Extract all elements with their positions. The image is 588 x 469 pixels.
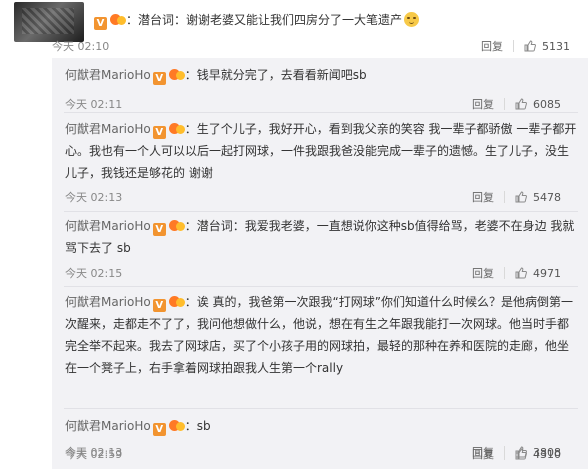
- comment-text: 潜台词：谢谢老婆又能让我们四房分了一大笔遗产: [138, 13, 403, 27]
- reply-text-block: 何猷君MarioHo V ：钱早就分完了，去看看新闻吧sb: [65, 64, 577, 86]
- reply-time: 今天 02:11: [65, 98, 123, 111]
- like-count: 4971: [533, 266, 561, 280]
- like-count: 3808: [533, 445, 561, 459]
- like-count: 5478: [533, 190, 561, 204]
- thumbs-up-icon[interactable]: [515, 191, 527, 203]
- reply-button[interactable]: 回复: [481, 38, 503, 54]
- reply-author[interactable]: 何猷君MarioHo: [65, 68, 151, 82]
- reply-divider: [64, 211, 578, 212]
- v-badge-icon: V: [152, 223, 166, 236]
- reply-text-block: 何猷君MarioHo V ：sb: [65, 415, 577, 437]
- reply-author[interactable]: 何猷君MarioHo: [65, 122, 151, 136]
- reply-item: 何猷君MarioHo V ：钱早就分完了，去看看新闻吧sb 今天 02:11 回复 6…: [52, 64, 588, 116]
- colon: ：: [184, 419, 197, 433]
- reply-text-block: 何猷君MarioHo V ：潜台词：我爱我老婆，一直想说你这种sb值得给骂，老婆不在…: [65, 215, 577, 259]
- reply-time: 今天 02:13: [65, 191, 123, 204]
- reply-time: 今天 02:13: [65, 446, 123, 459]
- reply-text: 钱早就分完了，去看看新闻吧sb: [196, 68, 367, 82]
- vip-badge-icon: [168, 295, 185, 308]
- divider: [504, 267, 505, 279]
- v-badge-icon: V: [152, 423, 166, 436]
- reply-button[interactable]: 回复: [472, 189, 494, 205]
- comment-actions: 回复 5131: [481, 38, 570, 54]
- v-badge-icon: V: [152, 72, 166, 85]
- thumbs-up-icon[interactable]: [515, 267, 527, 279]
- v-badge-icon: V: [152, 126, 166, 139]
- reply-button[interactable]: 回复: [472, 444, 494, 460]
- divider: [504, 446, 505, 458]
- reply-actions: 回复 4971: [472, 265, 561, 281]
- reply-actions: 回复 5478: [472, 189, 561, 205]
- colon: ：: [184, 219, 197, 233]
- reply-text-block: 何猷君MarioHo V ：诶 真的，我爸第一次跟我“打网球”你们知道什么时候么？是…: [65, 291, 577, 379]
- thumbs-up-icon[interactable]: [524, 40, 536, 52]
- reply-item: 何猷君MarioHo V ：生了个儿子，我好开心，看到我父亲的笑容 我一辈子都骄傲 …: [52, 118, 588, 208]
- vip-badge-icon: [168, 219, 185, 232]
- main-comment: V ：潜台词：谢谢老婆又能让我们四房分了一大笔遗产 今天 02:10 回复 5131: [0, 0, 588, 56]
- vip-badge-icon: [110, 13, 126, 26]
- reply-item: 何猷君MarioHo V ：诶 真的，我爸第一次跟我“打网球”你们知道什么时候么？是…: [52, 291, 588, 461]
- reply-time: 今天 02:15: [65, 267, 123, 280]
- vip-badge-icon: [168, 68, 185, 81]
- v-badge-icon: V: [94, 17, 107, 30]
- reply-text-block: 何猷君MarioHo V ：生了个儿子，我好开心，看到我父亲的笑容 我一辈子都骄傲 …: [65, 118, 577, 184]
- colon: ：: [126, 13, 139, 27]
- reply-item: 何猷君MarioHo V ：潜台词：我爱我老婆，一直想说你这种sb值得给骂，老婆不在…: [52, 215, 588, 283]
- colon: ：: [184, 122, 197, 136]
- thumbs-up-icon[interactable]: [515, 98, 527, 110]
- main-comment-text-line: V ：潜台词：谢谢老婆又能让我们四房分了一大笔遗产: [92, 7, 420, 33]
- divider: [513, 40, 514, 52]
- divider: [504, 98, 505, 110]
- reply-author[interactable]: 何猷君MarioHo: [65, 419, 151, 433]
- reply-divider: [64, 408, 578, 409]
- reply-divider: [64, 112, 578, 113]
- v-badge-icon: V: [152, 299, 166, 312]
- comment-time: 今天 02:10: [52, 40, 110, 53]
- reply-actions: 回复 6085: [472, 96, 561, 112]
- reply-divider: [64, 286, 578, 287]
- vip-badge-icon: [168, 419, 185, 432]
- thumbs-up-icon[interactable]: [515, 446, 527, 458]
- reply-button[interactable]: 回复: [472, 96, 494, 112]
- vip-badge-icon: [168, 122, 185, 135]
- avatar[interactable]: [14, 2, 84, 42]
- like-count: 6085: [533, 97, 561, 111]
- reply-item: 何猷君MarioHo V ：sb 今天 02:13 回复 3808: [52, 415, 588, 469]
- reply-author[interactable]: 何猷君MarioHo: [65, 219, 151, 233]
- colon: ：: [184, 295, 197, 309]
- reply-actions: 回复 3808: [472, 444, 561, 460]
- reply-text: sb: [196, 419, 211, 433]
- reply-button[interactable]: 回复: [472, 265, 494, 281]
- like-count: 5131: [542, 39, 570, 53]
- colon: ：: [184, 68, 197, 82]
- replies-panel: 何猷君MarioHo V ：钱早就分完了，去看看新闻吧sb 今天 02:11 回复 6…: [52, 58, 588, 469]
- divider: [504, 191, 505, 203]
- cat-face-emoji-icon: [404, 12, 420, 27]
- reply-author[interactable]: 何猷君MarioHo: [65, 295, 151, 309]
